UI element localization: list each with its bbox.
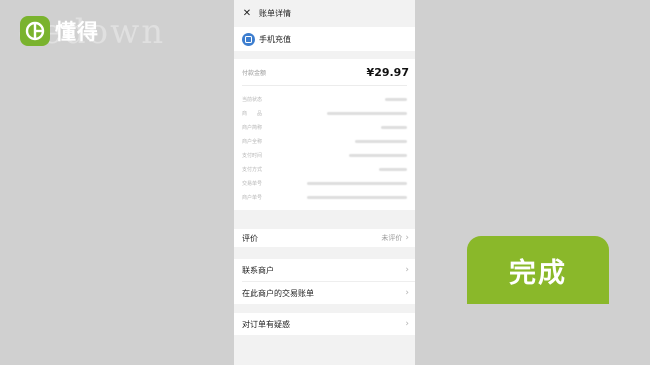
merchant-header: 手机充值 [234, 27, 415, 51]
merchant-bills-row[interactable]: 在此商户的交易账单 › [234, 282, 415, 304]
detail-row: 商 品 [242, 106, 407, 120]
detail-row: 支付方式 [242, 162, 407, 176]
blurred-value [327, 111, 407, 115]
done-badge: 完成 [467, 236, 609, 304]
blurred-value [355, 139, 407, 143]
amount-label: 付款金额 [242, 69, 267, 77]
chevron-right-icon: › [405, 233, 409, 243]
detail-list: 当前状态 商 品 商户简称 商户全称 支付时间 支付方式 交易单号 商户单号 [234, 86, 415, 204]
phone-screen: ✕ 账单详情 手机充值 付款金额 ¥29.97 当前状态 商 品 商户简称 商户… [234, 0, 415, 365]
order-query-row[interactable]: 对订单有疑惑 › [234, 313, 415, 335]
phone-recharge-icon [242, 32, 255, 46]
detail-label: 商户单号 [242, 194, 263, 201]
amount-row: 付款金额 ¥29.97 [234, 59, 415, 85]
blurred-value [385, 97, 407, 101]
order-query-label: 对订单有疑惑 [242, 319, 290, 329]
merchant-actions: 联系商户 › 在此商户的交易账单 › [234, 259, 415, 304]
brand-name: 懂得 [55, 20, 99, 44]
brand-logo: 懂得 [20, 16, 99, 46]
detail-row: 支付时间 [242, 148, 407, 162]
title-bar: ✕ 账单详情 [234, 0, 415, 27]
detail-row: 交易单号 [242, 176, 407, 190]
done-label: 完成 [509, 257, 567, 289]
blurred-value [307, 181, 407, 185]
detail-row: 商户单号 [242, 190, 407, 204]
blurred-value [379, 167, 407, 171]
rating-status: 未评价 [381, 234, 403, 242]
chevron-right-icon: › [405, 319, 409, 329]
blurred-value [349, 153, 407, 157]
amount-value: ¥29.97 [366, 65, 409, 79]
detail-row: 当前状态 [242, 92, 407, 106]
detail-row: 商户简称 [242, 120, 407, 134]
chevron-right-icon: › [405, 265, 409, 275]
rating-row[interactable]: 评价 未评价 › [234, 229, 415, 247]
detail-row: 商户全称 [242, 134, 407, 148]
detail-label: 支付时间 [242, 152, 263, 159]
leaf-logo-icon [20, 16, 50, 46]
merchant-name: 手机充值 [259, 34, 291, 44]
detail-label: 交易单号 [242, 180, 263, 187]
merchant-bills-label: 在此商户的交易账单 [242, 288, 314, 298]
page-title: 账单详情 [259, 9, 291, 18]
detail-label: 支付方式 [242, 166, 263, 173]
detail-label: 商户简称 [242, 124, 263, 131]
blurred-value [307, 195, 407, 199]
blurred-value [381, 125, 407, 129]
contact-merchant-row[interactable]: 联系商户 › [234, 259, 415, 281]
payment-card: 付款金额 ¥29.97 当前状态 商 品 商户简称 商户全称 支付时间 支付方式… [234, 59, 415, 210]
detail-label: 商户全称 [242, 138, 263, 145]
chevron-right-icon: › [405, 288, 409, 298]
close-icon[interactable]: ✕ [240, 8, 254, 19]
detail-label: 商 品 [242, 110, 263, 117]
rating-label: 评价 [242, 233, 258, 243]
contact-merchant-label: 联系商户 [242, 265, 274, 275]
detail-label: 当前状态 [242, 96, 263, 103]
rating-status-group: 未评价 › [381, 233, 409, 243]
